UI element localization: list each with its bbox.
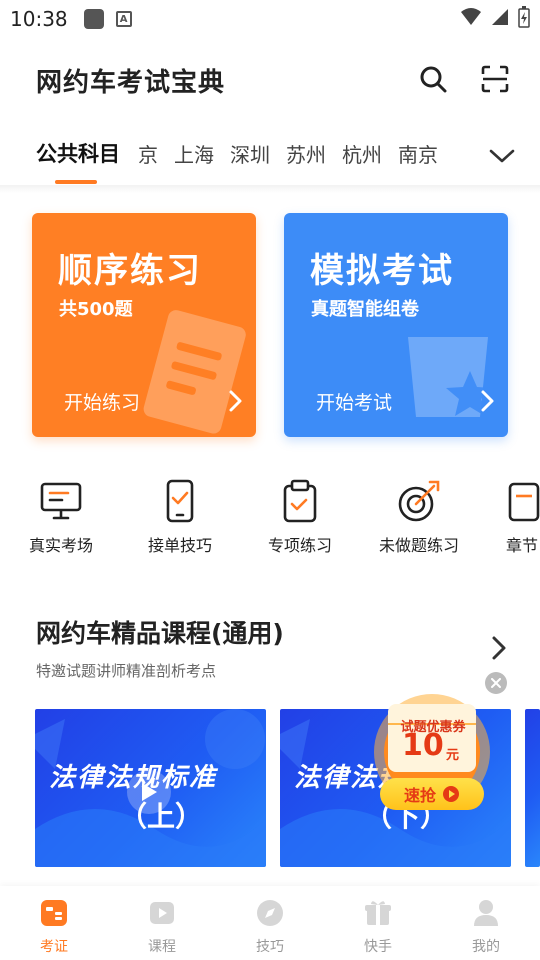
active-tab-indicator — [55, 180, 97, 184]
wifi-icon — [461, 8, 481, 25]
search-button[interactable] — [416, 62, 450, 96]
tab-nanjing[interactable]: 南京 — [398, 139, 438, 168]
coupon-grab-button[interactable]: 速抢 — [380, 778, 484, 810]
scan-button[interactable] — [478, 62, 512, 96]
sequential-practice-card[interactable]: 顺序练习 共500题 开始练习 — [32, 213, 256, 437]
city-tabs: 公共科目 京 上海 深圳 苏州 杭州 南京 — [0, 128, 540, 186]
card-title: 顺序练习 — [58, 251, 202, 291]
status-indicators — [460, 6, 530, 28]
card-title: 模拟考试 — [310, 251, 454, 291]
tab-beijing[interactable]: 京 — [138, 139, 158, 168]
notification-a-icon: A — [115, 11, 132, 27]
video-icon — [150, 902, 174, 924]
quick-entry-label: 未做题练习 — [378, 536, 459, 555]
card-subtitle: 共500题 — [59, 299, 133, 320]
tab-hangzhou[interactable]: 杭州 — [342, 139, 382, 168]
notification-app-icon — [83, 9, 104, 29]
phone-check-icon — [166, 479, 194, 523]
nav-item-exam[interactable]: 考证 — [0, 886, 108, 960]
chevron-down-icon — [489, 149, 515, 163]
nav-item-kuaishou[interactable]: 快手 — [324, 886, 432, 960]
signal-icon — [492, 9, 508, 25]
nav-label: 课程 — [148, 939, 176, 955]
quick-entry-label: 章节 — [506, 536, 539, 555]
chevron-right-icon — [229, 390, 242, 412]
battery-icon — [518, 6, 530, 28]
quick-entry-real-exam[interactable]: 真实考场 — [6, 478, 116, 556]
status-bar: 10:38 A — [0, 0, 540, 38]
coupon-unit: 元 — [446, 748, 460, 763]
nav-label: 我的 — [472, 939, 500, 955]
chevron-right-icon — [481, 390, 494, 412]
nav-item-course[interactable]: 课程 — [108, 886, 216, 960]
section-title: 网约车精品课程(通用) — [36, 619, 284, 648]
status-time: 10:38 — [10, 7, 68, 31]
tab-public-subject[interactable]: 公共科目 — [36, 138, 120, 168]
close-icon — [491, 678, 501, 688]
section-more-chevron-icon[interactable] — [488, 634, 510, 662]
clipboard-icon — [283, 479, 317, 523]
user-icon — [474, 900, 498, 926]
id-card-icon — [41, 900, 67, 926]
document-deco-icon — [143, 310, 246, 434]
quick-entry-undone-practice[interactable]: 未做题练习 — [364, 478, 474, 556]
tab-suzhou[interactable]: 苏州 — [286, 139, 326, 168]
quick-entry-label: 接单技巧 — [147, 536, 212, 555]
app-title: 网约车考试宝典 — [36, 67, 226, 98]
coupon-grab-label: 速抢 — [403, 786, 436, 805]
header: 网约车考试宝典 — [0, 50, 540, 110]
gift-icon — [365, 901, 391, 925]
tab-shenzhen[interactable]: 深圳 — [230, 139, 270, 168]
quick-entry-label: 真实考场 — [28, 536, 93, 555]
compass-icon — [257, 900, 283, 926]
course-card-partial[interactable] — [525, 709, 540, 867]
search-icon — [420, 66, 447, 93]
tabs-divider — [0, 185, 540, 193]
nav-item-tips[interactable]: 技巧 — [216, 886, 324, 960]
tabs-expand-button[interactable] — [482, 138, 522, 174]
section-subtitle: 特邀试题讲师精准剖析考点 — [36, 662, 217, 680]
nav-label: 考证 — [40, 939, 68, 955]
nav-label: 快手 — [364, 939, 392, 955]
quick-entry-special-practice[interactable]: 专项练习 — [245, 478, 355, 556]
play-button[interactable] — [127, 770, 171, 814]
start-practice-label: 开始练习 — [64, 392, 141, 414]
quick-entry-chapter[interactable]: 章节 — [484, 478, 540, 556]
nav-item-mine[interactable]: 我的 — [432, 886, 540, 960]
mock-exam-card[interactable]: 模拟考试 真题智能组卷 开始考试 — [284, 213, 508, 437]
start-exam-label: 开始考试 — [316, 392, 393, 414]
target-icon — [398, 480, 440, 522]
quick-entry-order-tips[interactable]: 接单技巧 — [125, 478, 235, 556]
play-circle-icon — [443, 786, 459, 802]
book-icon — [508, 482, 540, 522]
monitor-icon — [40, 482, 82, 520]
nav-label: 技巧 — [256, 939, 284, 955]
play-icon — [142, 783, 157, 801]
card-subtitle: 真题智能组卷 — [311, 299, 419, 320]
tab-shanghai[interactable]: 上海 — [174, 139, 214, 168]
scan-icon — [481, 65, 509, 93]
bottom-nav: 考证 课程 技巧 快手 我的 — [0, 886, 540, 960]
quick-entry-row: 真实考场 接单技巧 专项练习 未做题练习 章节 — [0, 478, 540, 558]
coupon-value: 10 — [402, 728, 444, 763]
quick-entry-label: 专项练习 — [267, 536, 332, 555]
